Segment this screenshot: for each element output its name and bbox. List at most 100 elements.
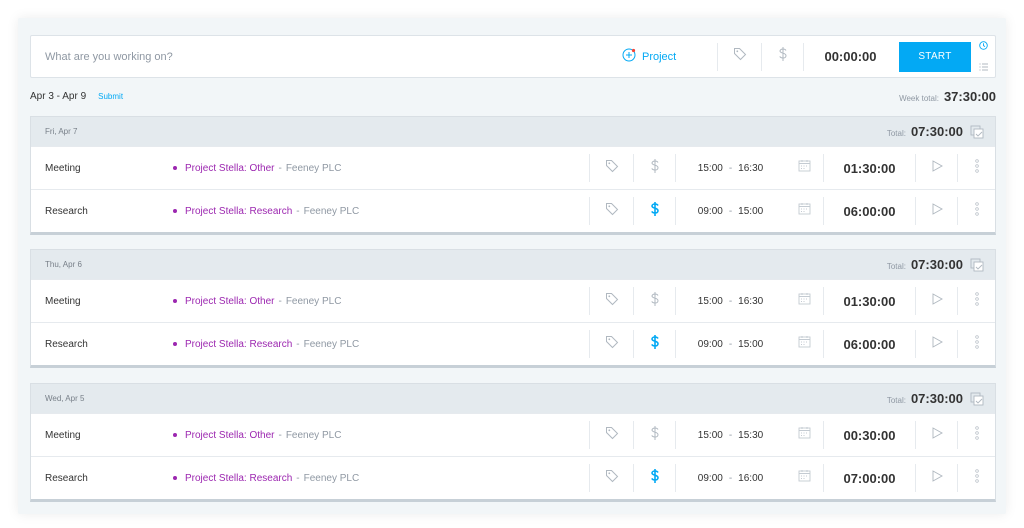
- date-picker-button[interactable]: [785, 464, 823, 492]
- tag-button[interactable]: [589, 330, 633, 358]
- tag-icon: [733, 47, 747, 66]
- billable-toggle[interactable]: [633, 330, 675, 358]
- dollar-icon: [650, 201, 660, 222]
- entry-description[interactable]: Meeting: [31, 430, 173, 441]
- tag-icon: [605, 469, 619, 488]
- entry-description[interactable]: Meeting: [31, 296, 173, 307]
- start-time[interactable]: 09:00: [698, 206, 723, 217]
- entry-description[interactable]: Research: [31, 206, 173, 217]
- billable-toggle[interactable]: [633, 421, 675, 449]
- project-separator: -: [296, 472, 300, 484]
- play-icon: [931, 426, 943, 444]
- day-label: Thu, Apr 6: [45, 260, 82, 269]
- entry-duration[interactable]: 06:00:00: [823, 330, 915, 358]
- continue-button[interactable]: [915, 154, 957, 182]
- start-time[interactable]: 15:00: [698, 296, 723, 307]
- entry-project[interactable]: Project Stella: Research - Feeney PLC: [173, 339, 589, 350]
- more-options-button[interactable]: [957, 421, 995, 449]
- start-time[interactable]: 15:00: [698, 163, 723, 174]
- start-time[interactable]: 15:00: [698, 430, 723, 441]
- continue-button[interactable]: [915, 464, 957, 492]
- tag-button[interactable]: [589, 287, 633, 315]
- time-range-dash: -: [728, 472, 733, 484]
- entry-project[interactable]: Project Stella: Other - Feeney PLC: [173, 296, 589, 307]
- tag-button[interactable]: [589, 154, 633, 182]
- start-time[interactable]: 09:00: [698, 339, 723, 350]
- billable-toggle[interactable]: [633, 287, 675, 315]
- time-range-dash: -: [728, 162, 733, 174]
- more-options-button[interactable]: [957, 197, 995, 225]
- entry-project[interactable]: Project Stella: Other - Feeney PLC: [173, 163, 589, 174]
- tag-button[interactable]: [589, 421, 633, 449]
- date-picker-button[interactable]: [785, 287, 823, 315]
- start-button[interactable]: START: [899, 41, 971, 72]
- date-picker-button[interactable]: [785, 330, 823, 358]
- tag-icon: [605, 292, 619, 311]
- tag-button[interactable]: [717, 42, 761, 71]
- day-total: Total: 07:30:00: [887, 257, 963, 272]
- time-entry-row: Meeting Project Stella: Other - Feeney PLC 1…: [31, 279, 995, 322]
- bulk-edit-icon[interactable]: [970, 258, 985, 272]
- more-options-button[interactable]: [957, 154, 995, 182]
- week-header: Apr 3 - Apr 9 Submit Week total: 37:30:0…: [30, 86, 996, 106]
- week-total: Week total: 37:30:00: [899, 89, 996, 104]
- submit-link[interactable]: Submit: [98, 92, 123, 101]
- date-picker-button[interactable]: [785, 197, 823, 225]
- calendar-icon: [798, 202, 811, 220]
- project-separator: -: [296, 338, 300, 350]
- tag-button[interactable]: [589, 197, 633, 225]
- day-total-label: Total:: [886, 396, 906, 405]
- project-color-dot: [173, 433, 177, 437]
- dollar-icon: [650, 425, 660, 446]
- entry-duration[interactable]: 01:30:00: [823, 154, 915, 182]
- continue-button[interactable]: [915, 421, 957, 449]
- continue-button[interactable]: [915, 330, 957, 358]
- billable-toggle[interactable]: [633, 464, 675, 492]
- entry-description[interactable]: Meeting: [31, 163, 173, 174]
- billable-toggle[interactable]: [761, 42, 803, 71]
- continue-button[interactable]: [915, 287, 957, 315]
- more-options-button[interactable]: [957, 287, 995, 315]
- entry-duration[interactable]: 07:00:00: [823, 464, 915, 492]
- project-separator: -: [278, 295, 282, 307]
- more-options-button[interactable]: [957, 330, 995, 358]
- end-time[interactable]: 16:30: [738, 296, 763, 307]
- entry-description[interactable]: Research: [31, 339, 173, 350]
- description-input[interactable]: [31, 36, 612, 77]
- entry-project[interactable]: Project Stella: Research - Feeney PLC: [173, 206, 589, 217]
- entry-duration[interactable]: 01:30:00: [823, 287, 915, 315]
- more-options-button[interactable]: [957, 464, 995, 492]
- bulk-edit-icon[interactable]: [970, 392, 985, 406]
- start-time[interactable]: 09:00: [698, 473, 723, 484]
- continue-button[interactable]: [915, 197, 957, 225]
- entry-project[interactable]: Project Stella: Other - Feeney PLC: [173, 430, 589, 441]
- day-total-label: Total:: [886, 262, 906, 271]
- bulk-edit-icon[interactable]: [970, 125, 985, 139]
- entry-description[interactable]: Research: [31, 473, 173, 484]
- entry-duration[interactable]: 00:30:00: [823, 421, 915, 449]
- day-total-value: 07:30:00: [910, 391, 963, 406]
- time-tracker-app: Project 00:00:00 START Apr 3 - Apr 9 Sub…: [18, 18, 1006, 514]
- clock-icon[interactable]: [978, 37, 988, 55]
- entry-duration[interactable]: 06:00:00: [823, 197, 915, 225]
- billable-toggle[interactable]: [633, 154, 675, 182]
- tag-button[interactable]: [589, 464, 633, 492]
- week-total-value: 37:30:00: [943, 88, 996, 104]
- end-time[interactable]: 15:00: [738, 206, 763, 217]
- project-separator: -: [278, 429, 282, 441]
- end-time[interactable]: 15:00: [738, 339, 763, 350]
- add-project-button[interactable]: Project: [612, 36, 717, 77]
- billable-toggle[interactable]: [633, 197, 675, 225]
- more-vertical-icon: [974, 468, 979, 489]
- day-total-value: 07:30:00: [910, 257, 963, 272]
- date-picker-button[interactable]: [785, 154, 823, 182]
- end-time[interactable]: 16:30: [738, 163, 763, 174]
- time-range: 09:00-15:00: [675, 197, 785, 225]
- end-time[interactable]: 15:30: [738, 430, 763, 441]
- list-icon[interactable]: [978, 58, 988, 76]
- entry-project[interactable]: Project Stella: Research - Feeney PLC: [173, 473, 589, 484]
- date-picker-button[interactable]: [785, 421, 823, 449]
- time-range: 15:00-15:30: [675, 421, 785, 449]
- end-time[interactable]: 16:00: [738, 473, 763, 484]
- project-name: Project Stella: Other: [185, 295, 275, 307]
